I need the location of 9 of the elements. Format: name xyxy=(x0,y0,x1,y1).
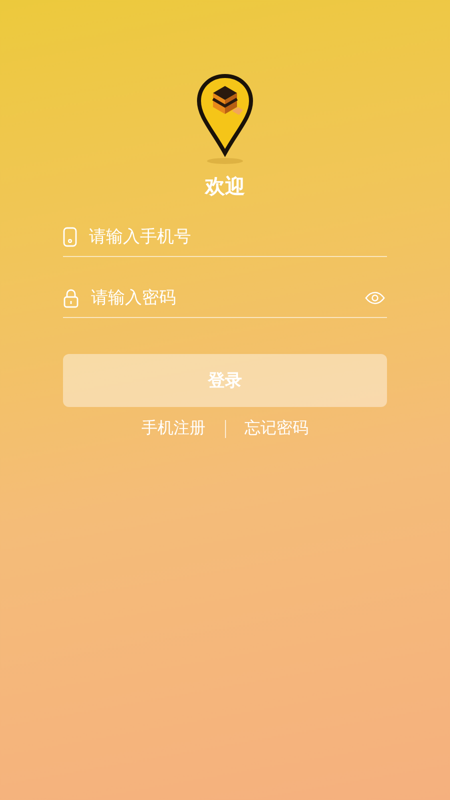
lock-icon xyxy=(63,288,79,308)
phone-icon xyxy=(63,227,77,247)
register-link[interactable]: 手机注册 xyxy=(142,418,206,439)
login-button[interactable]: 登录 xyxy=(63,354,387,407)
forgot-password-link[interactable]: 忘记密码 xyxy=(244,418,308,439)
welcome-title: 欢迎 xyxy=(205,173,245,200)
eye-icon[interactable] xyxy=(365,291,385,305)
phone-field[interactable]: 请输入手机号 xyxy=(89,227,387,247)
password-field[interactable]: 请输入密码 xyxy=(91,288,353,308)
